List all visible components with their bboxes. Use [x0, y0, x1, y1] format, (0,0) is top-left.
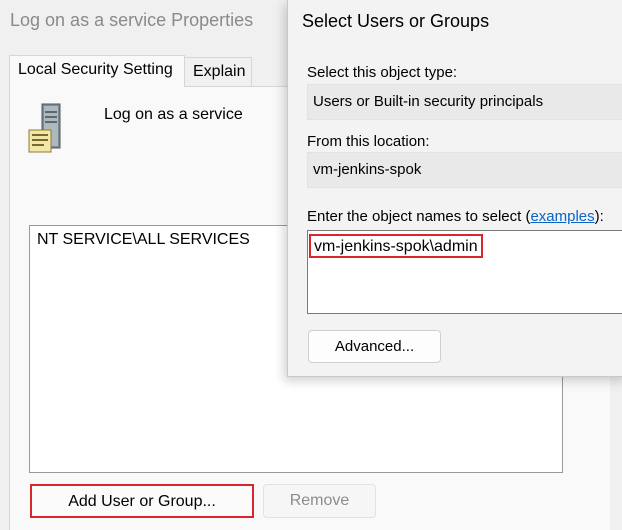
location-field: vm-jenkins-spok: [307, 152, 622, 188]
object-names-value[interactable]: vm-jenkins-spok\admin: [309, 234, 483, 258]
object-type-label: Select this object type:: [307, 64, 458, 81]
window-title: Log on as a service Properties: [10, 10, 254, 30]
policy-name: Log on as a service: [104, 106, 243, 123]
object-names-label-prefix: Enter the object names to select (: [307, 208, 531, 225]
remove-button: Remove: [263, 484, 376, 518]
object-names-label: Enter the object names to select (exampl…: [307, 208, 604, 225]
object-names-input[interactable]: vm-jenkins-spok\admin: [307, 230, 622, 314]
list-item[interactable]: NT SERVICE\ALL SERVICES: [37, 231, 250, 249]
examples-link[interactable]: examples: [530, 208, 594, 225]
tab-explain[interactable]: Explain: [184, 57, 252, 86]
tab-local-security-setting[interactable]: Local Security Setting: [9, 55, 185, 87]
select-users-dialog: Select Users or Groups Select this objec…: [287, 0, 622, 377]
object-names-label-suffix: ):: [594, 208, 604, 225]
object-type-field: Users or Built-in security principals: [307, 84, 622, 120]
server-policy-icon: [28, 103, 61, 153]
advanced-button[interactable]: Advanced...: [308, 330, 441, 363]
add-user-or-group-button[interactable]: Add User or Group...: [30, 484, 254, 518]
location-label: From this location:: [307, 133, 430, 150]
dialog-title: Select Users or Groups: [302, 11, 490, 31]
